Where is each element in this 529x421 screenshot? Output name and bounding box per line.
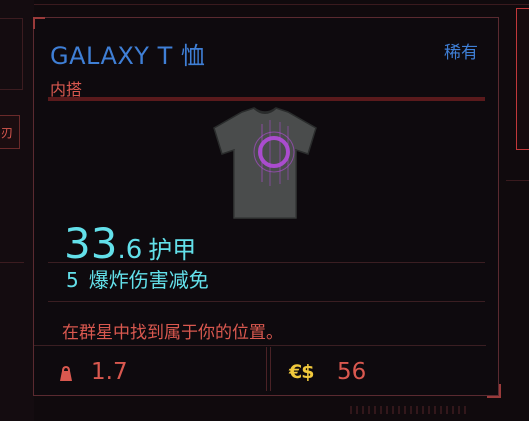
- footer-separator: [266, 347, 271, 391]
- background-left-slot: [0, 18, 23, 90]
- item-price: 56: [337, 359, 367, 385]
- armor-value-integer: 33: [64, 219, 118, 268]
- panel-corner-top-left: [33, 17, 45, 29]
- background-left-item-label[interactable]: 刃: [0, 115, 20, 149]
- item-weight: 1.7: [91, 359, 128, 385]
- background-right-slot[interactable]: [516, 8, 529, 150]
- background-bottom-ticks: [350, 406, 470, 414]
- item-description: 在群星中找到属于你的位置。: [62, 323, 283, 343]
- item-rarity: 稀有: [444, 43, 478, 63]
- header-divider: [48, 97, 485, 101]
- background-top-line: [0, 4, 529, 5]
- tshirt-icon: [213, 107, 317, 219]
- panel-corner-bottom-right: [487, 384, 501, 398]
- background-left-frame: [0, 262, 24, 393]
- weight-icon: [60, 366, 72, 381]
- background-right-line: [506, 180, 529, 181]
- explosion-reduction-label: 爆炸伤害减免: [88, 268, 209, 292]
- armor-value-decimal: .6: [117, 235, 143, 265]
- armor-stat: 33.6 护甲: [64, 222, 196, 266]
- stats-divider: [48, 301, 485, 302]
- explosion-reduction-value: 5: [66, 268, 79, 292]
- item-name: GALAXY T 恤: [50, 42, 206, 70]
- eddies-icon: €$: [289, 361, 314, 383]
- armor-divider: [48, 262, 485, 263]
- explosion-reduction-stat: 5 爆炸伤害减免: [66, 264, 209, 293]
- footer-divider: [34, 345, 486, 346]
- armor-label: 护甲: [148, 236, 197, 264]
